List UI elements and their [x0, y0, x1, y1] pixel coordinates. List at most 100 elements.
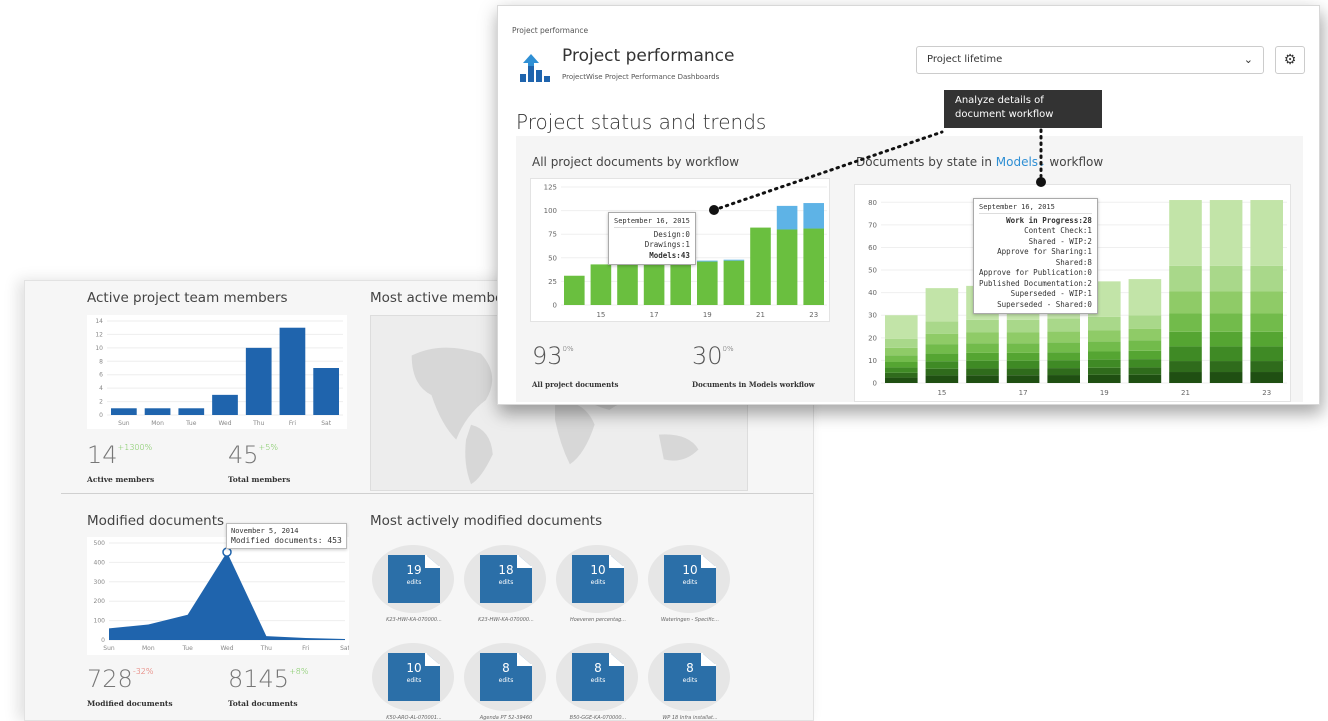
state-bar-segment — [1047, 375, 1080, 383]
x-tick-label: 17 — [650, 311, 659, 319]
section-divider — [61, 493, 813, 494]
models-dropdown-chevron-icon[interactable]: ⌄ — [1038, 159, 1046, 169]
document-tile[interactable]: 10 edits K50-ARO-AL-070001... — [370, 643, 462, 720]
document-edit-unit: edits — [498, 579, 514, 586]
state-bar-segment — [925, 368, 959, 376]
document-tile[interactable]: 8 edits B50-GGE-KA-070000... — [554, 643, 646, 721]
most-modified-grid: 19 edits K23-HWI-KA-070000... 18 edits K23-HW… — [370, 539, 750, 721]
state-bar-segment — [1006, 343, 1040, 353]
state-bar-segment — [1047, 352, 1080, 361]
workflow-bar-models — [803, 228, 824, 305]
state-bar-segment — [1047, 318, 1080, 332]
workflow-bar-models — [723, 260, 745, 305]
workflow-bar-models — [590, 264, 612, 305]
document-edit-unit: edits — [406, 677, 422, 684]
state-bar-segment — [1006, 368, 1040, 376]
breadcrumb[interactable]: Project performance — [512, 26, 588, 35]
state-bar-segment — [1088, 316, 1121, 331]
models-workflow-link[interactable]: Models — [996, 155, 1038, 169]
workflow-bar-models — [564, 275, 585, 305]
x-tick-label: Mon — [142, 645, 155, 652]
state-title-post: workflow — [1049, 155, 1104, 169]
active-members-label: Active members — [87, 475, 155, 484]
state-bar-segment — [885, 355, 918, 362]
document-edit-unit: edits — [590, 579, 606, 586]
state-bar-segment — [1250, 361, 1283, 373]
state-bar-segment — [1169, 265, 1202, 292]
workflow-bar-models — [776, 229, 798, 305]
workflow-tooltip-design: Design:0 — [653, 229, 690, 239]
state-bar-segment — [1128, 374, 1162, 383]
document-edit-count: 18 — [498, 563, 514, 577]
state-bar-segment — [1250, 200, 1283, 266]
modified-documents-chart: 500 400 300 200 100 0 Sun Mon Tue Wed Thu Fri Sat — [87, 537, 351, 655]
state-bar-segment — [1128, 328, 1162, 341]
document-tile[interactable]: 8 edits WP 18 Infra installat... — [646, 643, 738, 721]
modified-docs-stat: 728-32% — [87, 665, 153, 693]
state-bar-segment — [1169, 331, 1202, 347]
total-docs-label: Total documents — [228, 699, 298, 708]
state-bar-segment — [1169, 291, 1202, 314]
y-tick-label: 300 — [94, 579, 106, 586]
state-bar-segment — [1169, 372, 1202, 383]
y-tick-label: 0 — [101, 637, 105, 644]
state-bar-segment — [1006, 375, 1040, 383]
x-tick-label: Sat — [321, 420, 331, 427]
document-tile[interactable]: 10 edits Hoeveren percentag... — [554, 545, 646, 637]
modified-docs-delta: -32% — [132, 667, 154, 676]
y-tick-label: 2 — [99, 399, 103, 406]
document-tile[interactable]: 8 edits Agenda PT 52-39460 — [462, 643, 554, 720]
document-tile[interactable]: 19 edits K23-HWI-KA-070000... — [370, 545, 462, 637]
y-tick-label: 30 — [868, 312, 877, 320]
models-docs-sup: 0% — [722, 345, 734, 353]
state-bar-segment — [1209, 361, 1243, 373]
document-tile[interactable]: 10 edits Wateringen - Specific... — [646, 545, 738, 637]
state-bar-segment — [1209, 313, 1243, 332]
y-tick-label: 0 — [553, 302, 557, 310]
team-members-chart: 14 12 10 8 6 4 2 0 Sun Mon Tue Wed Thu Fri Sat — [87, 315, 347, 429]
time-range-select[interactable]: Project lifetime ⌄ — [916, 46, 1264, 74]
x-tick-label: Tue — [185, 420, 197, 427]
state-tooltip-date: September 16, 2015 — [979, 202, 1092, 214]
y-tick-label: 400 — [94, 559, 106, 566]
performance-logo-icon — [520, 54, 550, 82]
team-bar — [111, 408, 137, 415]
document-name: B50-GGE-KA-070000... — [569, 715, 627, 721]
state-bar-segment — [885, 367, 918, 373]
document-edit-unit: edits — [590, 677, 606, 684]
y-tick-label: 200 — [94, 598, 106, 605]
team-bar — [144, 408, 171, 415]
all-docs-value: 93 — [532, 342, 563, 370]
y-tick-label: 125 — [544, 184, 557, 192]
workflow-bar-other — [723, 259, 745, 261]
state-bar-segment — [966, 360, 999, 369]
y-tick-label: 10 — [95, 345, 103, 352]
team-members-title: Active project team members — [87, 290, 288, 306]
state-bar-segment — [925, 361, 959, 369]
state-bar-segment — [885, 361, 918, 368]
state-tooltip-wip: Work in Progress:28 — [1006, 215, 1092, 225]
y-tick-label: 60 — [868, 244, 877, 252]
document-name: WP 18 Infra installat... — [662, 715, 718, 721]
team-members-svg: 14 12 10 8 6 4 2 0 Sun Mon Tue Wed Thu Fri Sat — [95, 318, 343, 427]
document-name: K23-HWI-KA-070000... — [478, 617, 534, 623]
state-bar-segment — [1209, 346, 1243, 362]
document-edit-unit: edits — [498, 677, 514, 684]
document-tile[interactable]: 18 edits K23-HWI-KA-070000... — [462, 545, 554, 637]
active-members-value: 14 — [87, 441, 118, 469]
state-bar-segment — [1006, 319, 1040, 333]
y-tick-label: 70 — [868, 221, 877, 229]
state-bar-segment — [1250, 346, 1283, 362]
x-tick-label: 17 — [1019, 389, 1028, 397]
state-bar-segment — [925, 321, 959, 334]
document-edit-unit: edits — [682, 677, 698, 684]
state-bar-segment — [1209, 200, 1243, 266]
state-bar-segment — [1128, 279, 1162, 316]
total-members-label: Total members — [228, 475, 291, 484]
state-bar-segment — [885, 347, 918, 356]
settings-button[interactable]: ⚙ — [1275, 46, 1305, 74]
document-edit-count: 8 — [594, 661, 602, 675]
state-bar-segment — [1128, 315, 1162, 329]
state-bar-segment — [925, 344, 959, 354]
state-bar-segment — [1169, 313, 1202, 332]
